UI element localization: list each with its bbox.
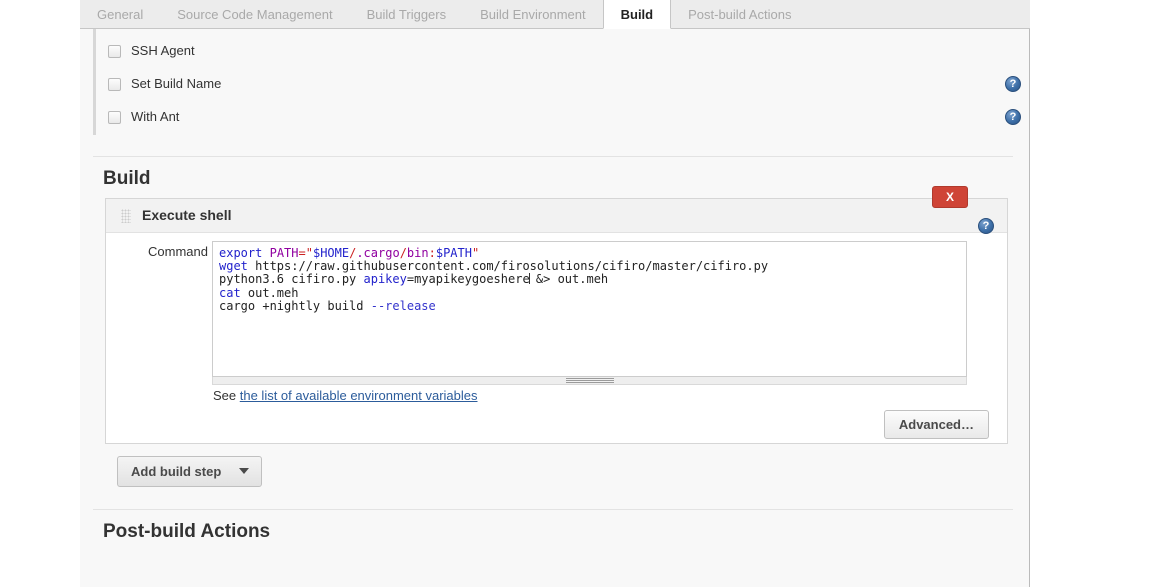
- checkbox-label: Set Build Name: [131, 76, 222, 91]
- build-steps-area: Execute shell X Command export PATH="$HO…: [93, 186, 1013, 487]
- tab-general[interactable]: General: [80, 0, 160, 29]
- checkbox-label: With Ant: [131, 109, 180, 124]
- tab-build-triggers[interactable]: Build Triggers: [350, 0, 463, 29]
- config-content-column: General Source Code Management Build Tri…: [80, 0, 1030, 587]
- job-config-page: General Source Code Management Build Tri…: [0, 0, 1168, 587]
- code-token: $HOME: [312, 246, 350, 260]
- chevron-down-icon: [238, 468, 249, 474]
- code-token: --release: [370, 298, 436, 313]
- build-env-option-with-ant[interactable]: With Ant: [108, 102, 1021, 135]
- config-form-body: ​ SSH Agent Set Build Name With Ant: [80, 29, 1029, 551]
- code-token: https://raw.githubusercontent.com/firoso…: [247, 259, 769, 274]
- build-step-body: Command export PATH="$HOME/.cargo/bin:$P…: [106, 233, 1007, 443]
- tab-label: General: [97, 7, 144, 22]
- code-token: =: [298, 246, 306, 260]
- command-textarea[interactable]: export PATH="$HOME/.cargo/bin:$PATH" wge…: [212, 241, 967, 377]
- code-token: cat: [219, 285, 241, 300]
- build-section: Build: [93, 156, 1013, 198]
- drag-handle-icon[interactable]: [121, 209, 131, 223]
- page-title-post-build-actions: Post-build Actions: [103, 521, 271, 542]
- build-step-title: Execute shell: [142, 207, 232, 223]
- code-token: .cargo: [356, 246, 400, 260]
- build-env-option-ssh-agent[interactable]: SSH Agent: [108, 36, 1013, 69]
- code-token: :: [428, 246, 436, 260]
- clipped-row-above: ​: [108, 29, 1013, 36]
- tab-build[interactable]: Build: [602, 0, 672, 29]
- code-token: apikey: [363, 272, 407, 287]
- delete-build-step-button[interactable]: X: [932, 186, 968, 208]
- code-token: &> out.meh: [528, 272, 609, 287]
- tab-label: Build Environment: [480, 7, 586, 22]
- resize-grip-icon[interactable]: [212, 377, 967, 385]
- help-icon[interactable]: [1005, 76, 1021, 92]
- tab-source-code-management[interactable]: Source Code Management: [160, 0, 349, 29]
- tab-label: Build: [620, 7, 654, 22]
- code-token: bin: [406, 246, 429, 260]
- code-token: ": [471, 246, 480, 260]
- env-vars-hint: See the list of available environment va…: [213, 388, 478, 403]
- tab-label: Source Code Management: [177, 7, 333, 22]
- advanced-button[interactable]: Advanced…: [883, 410, 989, 439]
- code-token: export: [219, 246, 263, 260]
- post-build-actions-section: Post-build Actions: [93, 509, 1013, 551]
- code-token: wget: [219, 259, 248, 274]
- env-vars-link[interactable]: the list of available environment variab…: [240, 388, 478, 403]
- env-vars-hint-prefix: See: [213, 388, 240, 403]
- tab-build-environment[interactable]: Build Environment: [463, 0, 603, 29]
- build-environment-block: ​ SSH Agent Set Build Name With Ant: [93, 29, 1021, 135]
- code-token: python3.6 cifiro.py: [219, 272, 364, 287]
- tab-post-build-actions[interactable]: Post-build Actions: [671, 0, 808, 29]
- checkbox-ssh-agent[interactable]: [108, 45, 121, 58]
- page-title-build: Build: [103, 168, 151, 189]
- checkbox-with-ant[interactable]: [108, 111, 121, 124]
- build-env-option-set-build-name[interactable]: Set Build Name: [108, 69, 1021, 102]
- checkbox-set-build-name[interactable]: [108, 78, 121, 91]
- code-token: out.meh: [240, 285, 299, 300]
- code-token: cargo +nightly build: [219, 298, 371, 313]
- code-token: ": [305, 246, 313, 260]
- code-token: $PATH: [435, 246, 472, 260]
- resize-bars[interactable]: [565, 378, 614, 383]
- tab-label: Post-build Actions: [688, 7, 792, 22]
- build-step-execute-shell: Execute shell X Command export PATH="$HO…: [105, 186, 1008, 444]
- command-text[interactable]: export PATH="$HOME/.cargo/bin:$PATH" wge…: [213, 242, 966, 313]
- add-build-step-button[interactable]: Add build step: [117, 456, 262, 487]
- code-token: /: [399, 246, 407, 260]
- code-token: =myapikeygoeshere: [406, 272, 530, 287]
- help-icon[interactable]: [978, 218, 994, 234]
- checkbox-label: SSH Agent: [131, 43, 195, 58]
- config-tab-bar: General Source Code Management Build Tri…: [80, 0, 1030, 29]
- page-left-margin: [0, 0, 80, 587]
- build-step-header: Execute shell X: [106, 186, 1007, 234]
- code-token: PATH: [269, 246, 299, 260]
- tab-label: Build Triggers: [366, 7, 447, 22]
- command-field-label: Command: [148, 244, 208, 259]
- add-build-step-label: Add build step: [131, 464, 222, 479]
- help-icon[interactable]: [1005, 109, 1021, 125]
- page-right-margin: [1031, 0, 1168, 587]
